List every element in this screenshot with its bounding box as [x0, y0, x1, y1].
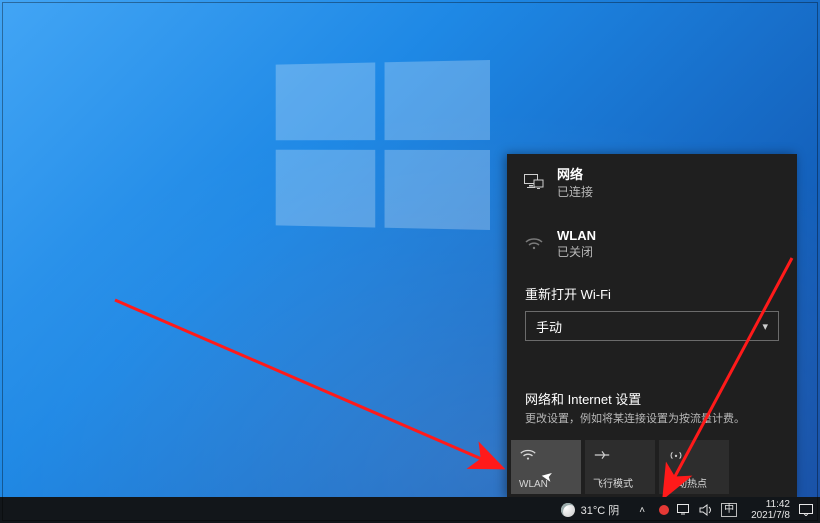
- tray-overflow-button[interactable]: ˄: [633, 504, 651, 516]
- weather-icon: [561, 503, 575, 517]
- airplane-icon: [593, 446, 611, 464]
- tile-mobile-hotspot[interactable]: 移动热点: [659, 440, 729, 494]
- action-center-button[interactable]: [798, 502, 814, 518]
- record-icon[interactable]: [659, 505, 669, 515]
- windows-logo: [276, 60, 490, 230]
- notification-icon: [799, 504, 813, 516]
- taskbar-clock[interactable]: 11:42 2021/7/8: [745, 499, 796, 521]
- network-settings-link[interactable]: 网络和 Internet 设置 更改设置，例如将某连接设置为按流量计费。: [507, 389, 797, 436]
- wifi-icon: [519, 446, 537, 464]
- ime-indicator[interactable]: 中: [721, 503, 737, 517]
- wlan-status: 已关闭: [557, 243, 596, 260]
- clock-time: 11:42: [766, 499, 790, 510]
- taskbar: 31°C 阴 ˄ 中 11:42 2021/7/8: [0, 497, 820, 523]
- network-settings-title: 网络和 Internet 设置: [525, 389, 779, 408]
- weather-text: 31°C 阴: [581, 502, 620, 518]
- wlan-title: WLAN: [557, 228, 596, 243]
- reopen-wifi-value: 手动: [536, 317, 562, 336]
- reopen-wifi-dropdown[interactable]: 手动 ▾: [525, 311, 779, 341]
- tile-wlan[interactable]: ➤ WLAN: [511, 440, 581, 494]
- hotspot-icon: [667, 446, 685, 464]
- system-tray: 中: [651, 503, 745, 517]
- quick-action-tiles: ➤ WLAN 飞行模式 移动热点: [507, 436, 797, 498]
- mouse-cursor: ➤: [540, 467, 555, 486]
- reopen-wifi-label: 重新打开 Wi-Fi: [507, 268, 797, 311]
- tile-airplane-mode[interactable]: 飞行模式: [585, 440, 655, 494]
- speaker-icon[interactable]: [699, 504, 713, 516]
- tile-airplane-label: 飞行模式: [593, 475, 633, 490]
- network-item-ethernet[interactable]: 网络 已连接: [507, 154, 797, 210]
- network-flyout: 网络 已连接 WLAN 已关闭 重新打开 Wi-Fi 手动 ▾ 网络和 Inte…: [507, 154, 797, 498]
- tile-hotspot-label: 移动热点: [667, 475, 707, 490]
- chevron-up-icon: ˄: [639, 505, 645, 516]
- chevron-down-icon: ▾: [762, 320, 768, 333]
- tray-network-icon[interactable]: [677, 504, 691, 516]
- clock-date: 2021/7/8: [751, 510, 790, 521]
- ethernet-title: 网络: [557, 164, 593, 183]
- monitor-icon: [523, 174, 545, 190]
- network-item-wlan[interactable]: WLAN 已关闭: [507, 210, 797, 268]
- wifi-off-icon: [523, 237, 545, 251]
- ethernet-status: 已连接: [557, 183, 593, 200]
- network-settings-subtitle: 更改设置，例如将某连接设置为按流量计费。: [525, 410, 779, 426]
- taskbar-weather[interactable]: 31°C 阴: [241, 502, 620, 518]
